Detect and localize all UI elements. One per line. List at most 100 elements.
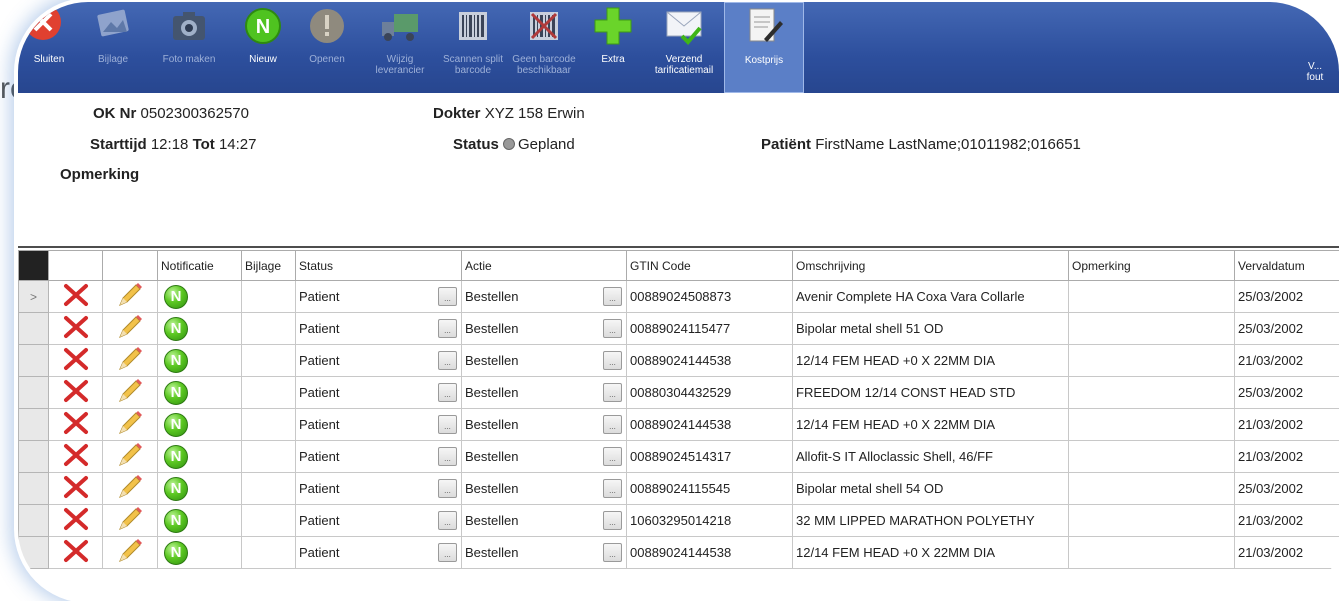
bijlage-cell[interactable] [241,312,296,345]
actie-ellipsis-button[interactable]: ... [603,479,622,498]
actie-cell[interactable]: Bestellen... [461,536,627,569]
vervaldatum-cell[interactable]: 25/03/2002 [1234,280,1339,313]
edit-row-button[interactable] [102,280,158,313]
table-row[interactable]: N Patient... Bestellen... 00889024144538… [18,408,1339,441]
bijlage-cell[interactable] [241,344,296,377]
actie-ellipsis-button[interactable]: ... [603,511,622,530]
geen-barcode-button[interactable]: Geen barcode beschikbaar [506,2,582,93]
vervaldatum-cell[interactable]: 25/03/2002 [1234,312,1339,345]
vervaldatum-cell[interactable]: 21/03/2002 [1234,440,1339,473]
status-ellipsis-button[interactable]: ... [438,479,457,498]
actie-cell[interactable]: Bestellen... [461,376,627,409]
opmerking-cell[interactable] [1068,536,1235,569]
verzend-tarificatiemail-button[interactable]: Verzend tarificatiemail [644,2,724,93]
bijlage-cell[interactable] [241,536,296,569]
status-cell[interactable]: Patient... [295,440,462,473]
notificatie-cell[interactable]: N [157,344,242,377]
gtin-cell[interactable]: 00889024144538 [626,536,793,569]
status-cell[interactable]: Patient... [295,504,462,537]
row-header[interactable]: > [18,280,49,313]
notificatie-cell[interactable]: N [157,504,242,537]
col-header-actie[interactable]: Actie [461,250,627,281]
row-header[interactable] [18,472,49,505]
notificatie-cell[interactable]: N [157,440,242,473]
table-row[interactable]: N Patient... Bestellen... 00889024115477… [18,312,1339,345]
table-row[interactable]: > N Patient... Bestellen... 008890245088… [18,280,1339,313]
col-header-gtin[interactable]: GTIN Code [626,250,793,281]
delete-row-button[interactable] [48,312,103,345]
delete-row-button[interactable] [48,280,103,313]
notificatie-cell[interactable]: N [157,472,242,505]
actie-ellipsis-button[interactable]: ... [603,351,622,370]
row-header[interactable] [18,376,49,409]
gtin-cell[interactable]: 00889024514317 [626,440,793,473]
omschrijving-cell[interactable]: FREEDOM 12/14 CONST HEAD STD [792,376,1069,409]
notificatie-cell[interactable]: N [157,536,242,569]
omschrijving-cell[interactable]: Allofit-S IT Alloclassic Shell, 46/FF [792,440,1069,473]
gtin-cell[interactable]: 00889024508873 [626,280,793,313]
col-header-edit[interactable] [102,250,158,281]
nieuw-button[interactable]: N Nieuw [232,2,294,93]
gtin-cell[interactable]: 00889024115477 [626,312,793,345]
row-header[interactable] [18,408,49,441]
col-header-opmerking[interactable]: Opmerking [1068,250,1235,281]
table-row[interactable]: N Patient... Bestellen... 00889024115545… [18,472,1339,505]
status-ellipsis-button[interactable]: ... [438,511,457,530]
row-header[interactable] [18,504,49,537]
edit-row-button[interactable] [102,408,158,441]
status-ellipsis-button[interactable]: ... [438,447,457,466]
status-cell[interactable]: Patient... [295,408,462,441]
opmerking-cell[interactable] [1068,344,1235,377]
opmerking-cell[interactable] [1068,280,1235,313]
bijlage-cell[interactable] [241,376,296,409]
vervaldatum-cell[interactable]: 21/03/2002 [1234,504,1339,537]
col-header-vervaldatum[interactable]: Vervaldatum [1234,250,1339,281]
edit-row-button[interactable] [102,536,158,569]
vervaldatum-cell[interactable]: 21/03/2002 [1234,408,1339,441]
delete-row-button[interactable] [48,344,103,377]
notificatie-cell[interactable]: N [157,376,242,409]
actie-ellipsis-button[interactable]: ... [603,543,622,562]
status-cell[interactable]: Patient... [295,312,462,345]
actie-cell[interactable]: Bestellen... [461,312,627,345]
edit-row-button[interactable] [102,376,158,409]
notificatie-cell[interactable]: N [157,408,242,441]
status-ellipsis-button[interactable]: ... [438,351,457,370]
kostprijs-button[interactable]: Kostprijs [724,2,804,93]
status-ellipsis-button[interactable]: ... [438,383,457,402]
delete-row-button[interactable] [48,472,103,505]
actie-cell[interactable]: Bestellen... [461,344,627,377]
status-cell[interactable]: Patient... [295,472,462,505]
row-header[interactable] [18,440,49,473]
row-header[interactable] [18,344,49,377]
omschrijving-cell[interactable]: 12/14 FEM HEAD +0 X 22MM DIA [792,408,1069,441]
row-header[interactable] [18,536,49,569]
gtin-cell[interactable]: 10603295014218 [626,504,793,537]
opmerking-cell[interactable] [1068,312,1235,345]
table-row[interactable]: N Patient... Bestellen... 00889024144538… [18,344,1339,377]
vervaldatum-cell[interactable]: 21/03/2002 [1234,344,1339,377]
omschrijving-cell[interactable]: 12/14 FEM HEAD +0 X 22MM DIA [792,344,1069,377]
actie-ellipsis-button[interactable]: ... [603,287,622,306]
row-header[interactable] [18,312,49,345]
scannen-split-barcode-button[interactable]: Scannen split barcode [440,2,506,93]
status-cell[interactable]: Patient... [295,280,462,313]
opmerking-cell[interactable] [1068,504,1235,537]
col-header-delete[interactable] [48,250,103,281]
actie-cell[interactable]: Bestellen... [461,472,627,505]
omschrijving-cell[interactable]: 12/14 FEM HEAD +0 X 22MM DIA [792,536,1069,569]
delete-row-button[interactable] [48,376,103,409]
omschrijving-cell[interactable]: Bipolar metal shell 51 OD [792,312,1069,345]
cutoff-button[interactable]: V... fout [1305,2,1339,93]
bijlage-cell[interactable] [241,504,296,537]
actie-cell[interactable]: Bestellen... [461,504,627,537]
vervaldatum-cell[interactable]: 21/03/2002 [1234,536,1339,569]
actie-cell[interactable]: Bestellen... [461,408,627,441]
actie-cell[interactable]: Bestellen... [461,440,627,473]
edit-row-button[interactable] [102,440,158,473]
opmerking-cell[interactable] [1068,408,1235,441]
col-header-omschrijving[interactable]: Omschrijving [792,250,1069,281]
actie-ellipsis-button[interactable]: ... [603,383,622,402]
table-row[interactable]: N Patient... Bestellen... 00889024144538… [18,536,1339,569]
status-ellipsis-button[interactable]: ... [438,287,457,306]
